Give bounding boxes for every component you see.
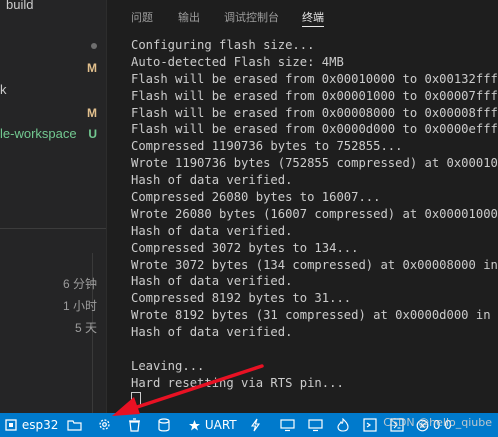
red-arrow-annotation xyxy=(112,364,264,416)
